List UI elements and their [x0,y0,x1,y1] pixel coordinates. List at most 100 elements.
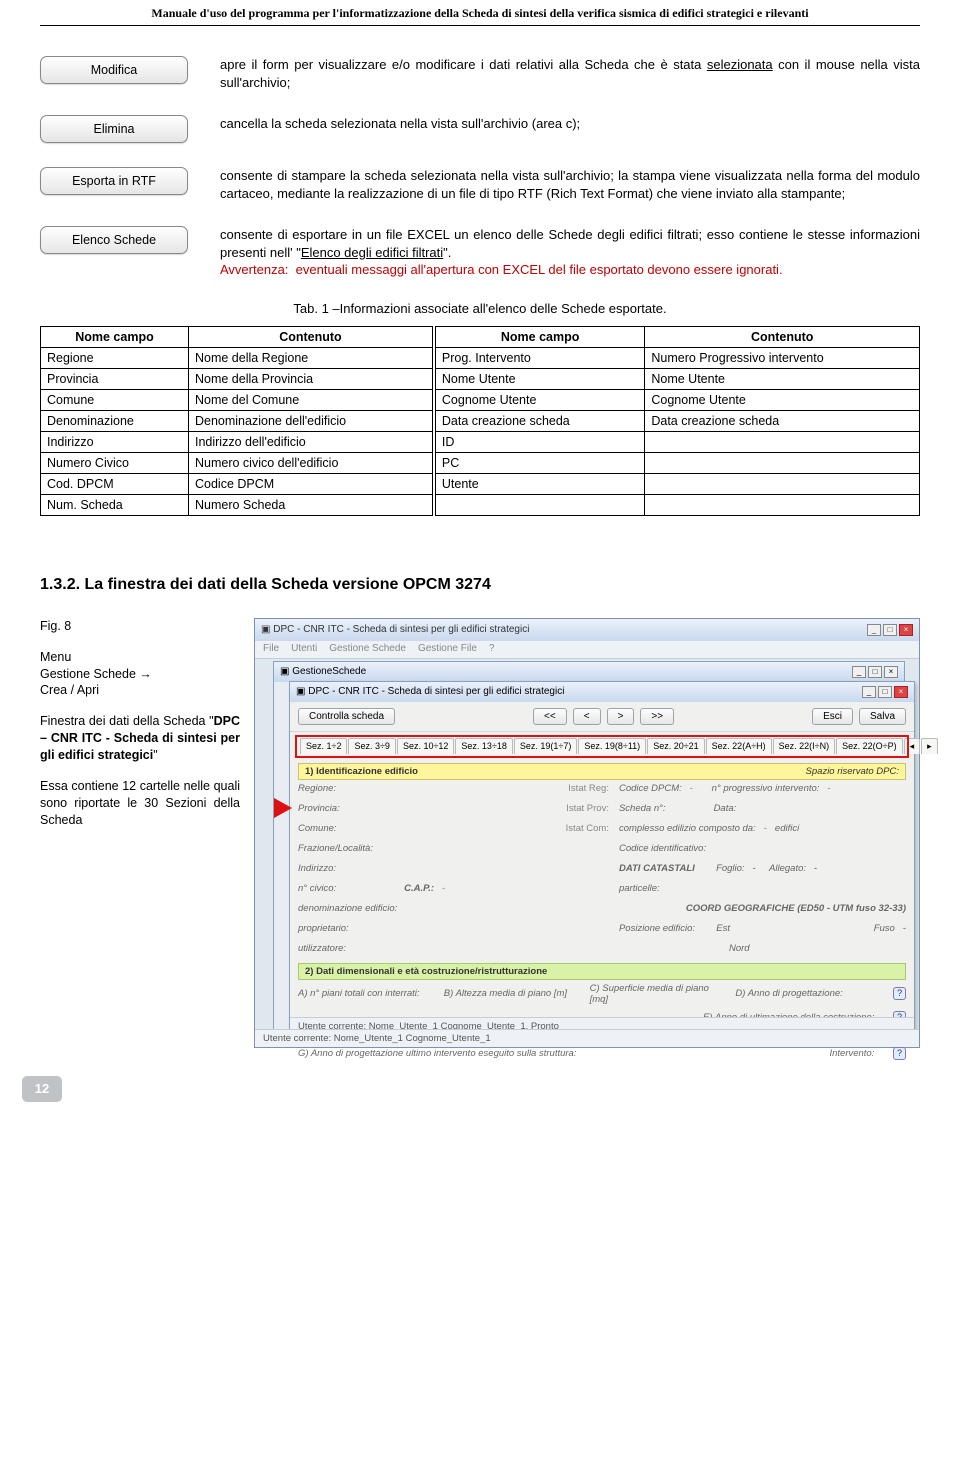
menubar: File Utenti Gestione Schede Gestione Fil… [255,641,919,659]
table-cell: Denominazione [41,410,189,431]
table-cell: ID [434,431,645,452]
table-caption: Tab. 1 –Informazioni associate all'elenc… [40,301,920,316]
tab-sez[interactable]: Sez. 22(O÷P) [836,738,902,754]
tab-sez[interactable]: Sez. 13÷18 [455,738,512,754]
table-cell: Numero Scheda [188,494,433,515]
def-elimina: Elimina cancella la scheda selezionata n… [40,115,920,143]
tab-scroll[interactable]: ◂ [904,738,921,754]
menu-utenti[interactable]: Utenti [291,643,317,656]
screenshot-mock: ▣ DPC - CNR ITC - Scheda di sintesi per … [254,618,920,1048]
page-number: 12 [22,1076,62,1102]
def-elenco-text: consente di esportare in un file EXCEL u… [195,226,920,279]
btn-esci[interactable]: Esci [812,708,853,725]
app-icon: ▣ [261,624,270,635]
table-cell [645,431,920,452]
def-esporta-text: consente di stampare la scheda seleziona… [195,167,920,202]
tab-sez[interactable]: Sez. 20÷21 [647,738,704,754]
btn-first[interactable]: << [533,708,567,725]
table-cell: Indirizzo dell'edificio [188,431,433,452]
def-esporta: Esporta in RTF consente di stampare la s… [40,167,920,202]
definitions-block: Modifica apre il form per visualizzare e… [40,56,920,279]
minimize-button[interactable]: _ [867,624,881,636]
sec1-header: 1) Identificazione edificioSpazio riserv… [298,763,906,780]
menu-gestione-file[interactable]: Gestione File [418,643,477,656]
table-cell: Numero Civico [41,452,189,473]
btn-last[interactable]: >> [640,708,674,725]
help-icon[interactable]: ? [893,987,906,1000]
mdi2-min[interactable]: _ [862,686,876,698]
th-cont2: Contenuto [645,326,920,347]
def-elimina-text: cancella la scheda selezionata nella vis… [195,115,920,133]
tab-sez[interactable]: Sez. 3÷9 [348,738,395,754]
table-cell: Nome Utente [645,368,920,389]
table-cell: Indirizzo [41,431,189,452]
btn-next[interactable]: > [607,708,635,725]
maximize-button[interactable]: □ [883,624,897,636]
btn-elimina[interactable]: Elimina [40,115,188,143]
help-icon[interactable]: ? [893,1047,906,1060]
table-cell: Codice DPCM [188,473,433,494]
btn-elenco-schede[interactable]: Elenco Schede [40,226,188,254]
th-cont1: Contenuto [188,326,433,347]
def-modifica: Modifica apre il form per visualizzare e… [40,56,920,91]
table-cell [645,473,920,494]
tabs-strip: Sez. 1÷2Sez. 3÷9Sez. 10÷12Sez. 13÷18Sez.… [296,736,908,757]
th-nome2: Nome campo [434,326,645,347]
figure-caption-col: Fig. 8 Menu Gestione Schede → Crea / Apr… [40,618,240,843]
table-cell: Num. Scheda [41,494,189,515]
table-cell [645,494,920,515]
info-table: Nome campo Contenuto Nome campo Contenut… [40,326,920,516]
tab-sez[interactable]: Sez. 19(8÷11) [578,738,646,754]
app-title: DPC - CNR ITC - Scheda di sintesi per gl… [273,624,865,635]
table-cell: Regione [41,347,189,368]
fig-desc: Finestra dei dati della Scheda "DPC – CN… [40,713,240,764]
table-cell: Nome Utente [434,368,645,389]
table-cell: Nome della Regione [188,347,433,368]
figure-row: Fig. 8 Menu Gestione Schede → Crea / Apr… [40,618,920,1048]
table-cell: Cognome Utente [434,389,645,410]
tab-sez[interactable]: Sez. 22(A÷H) [706,738,772,754]
th-nome1: Nome campo [41,326,189,347]
red-arrow-icon [274,798,292,818]
btn-salva[interactable]: Salva [859,708,906,725]
table-cell: Comune [41,389,189,410]
table-cell [645,452,920,473]
app-titlebar: ▣ DPC - CNR ITC - Scheda di sintesi per … [255,619,919,641]
mdi1-min[interactable]: _ [852,666,866,678]
tab-sez[interactable]: Sez. 19(1÷7) [514,738,577,754]
mdi2-toolbar: Controlla scheda << < > >> Esci Salva [290,702,914,732]
avvertenza-text: eventuali messaggi all'apertura con EXCE… [296,262,783,277]
menu-gestione-schede[interactable]: Gestione Schede [329,643,406,656]
btn-modifica[interactable]: Modifica [40,56,188,84]
mdi-scheda: ▣ DPC - CNR ITC - Scheda di sintesi per … [289,681,915,1036]
menu-file[interactable]: File [263,643,279,656]
def-elenco: Elenco Schede consente di esportare in u… [40,226,920,279]
table-cell: Numero Progressivo intervento [645,347,920,368]
table-cell: Data creazione scheda [434,410,645,431]
mdi2-max[interactable]: □ [878,686,892,698]
mdi1-max[interactable]: □ [868,666,882,678]
table-cell: Cod. DPCM [41,473,189,494]
fig-menu-path: Menu Gestione Schede → Crea / Apri [40,649,240,700]
page-header: Manuale d'uso del programma per l'inform… [40,0,920,26]
btn-controlla-scheda[interactable]: Controlla scheda [298,708,395,725]
table-cell: Denominazione dell'edificio [188,410,433,431]
mdi1-close[interactable]: × [884,666,898,678]
tab-sez[interactable]: Sez. 10÷12 [397,738,454,754]
table-cell: Utente [434,473,645,494]
table-cell: Nome del Comune [188,389,433,410]
table-cell [434,494,645,515]
menu-help[interactable]: ? [489,643,495,656]
close-button[interactable]: × [899,624,913,636]
table-cell: Nome della Provincia [188,368,433,389]
sec2-header: 2) Dati dimensionali e età costruzione/r… [298,963,906,980]
avvertenza-label: Avvertenza: [220,262,288,277]
table-cell: Provincia [41,368,189,389]
tab-sez[interactable]: Sez. 1÷2 [300,738,347,754]
tab-sez[interactable]: Sez. 22(I÷N) [773,738,835,754]
tab-scroll[interactable]: ▸ [921,738,938,754]
mdi2-close[interactable]: × [894,686,908,698]
btn-esporta-rtf[interactable]: Esporta in RTF [40,167,188,195]
table-cell: Numero civico dell'edificio [188,452,433,473]
btn-prev[interactable]: < [573,708,601,725]
